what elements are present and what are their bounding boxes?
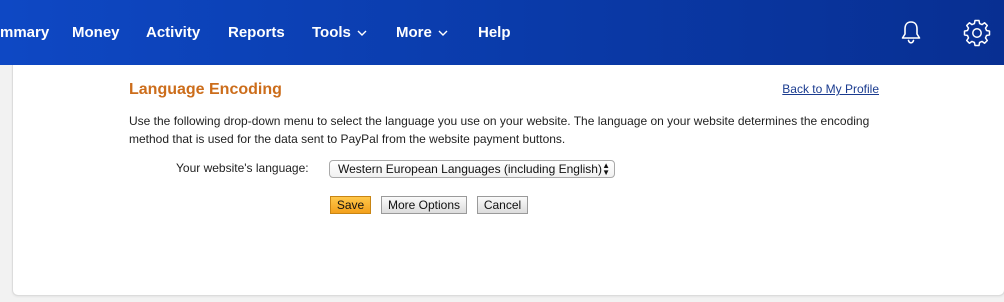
- save-button[interactable]: Save: [330, 196, 371, 214]
- back-to-profile-link[interactable]: Back to My Profile: [782, 82, 879, 96]
- content-card: [12, 65, 1004, 296]
- nav-tools-label: Tools: [312, 24, 351, 41]
- chevron-down-icon: [357, 0, 367, 64]
- nav-money[interactable]: Money: [72, 0, 120, 65]
- chevron-down-icon: [438, 0, 448, 64]
- bell-icon[interactable]: [896, 17, 926, 47]
- language-label: Your website's language:: [176, 161, 309, 175]
- language-select[interactable]: Western European Languages (including En…: [329, 160, 615, 178]
- more-options-button[interactable]: More Options: [381, 196, 467, 214]
- nav-help[interactable]: Help: [478, 0, 511, 65]
- gear-icon[interactable]: [962, 17, 992, 47]
- nav-tools[interactable]: Tools: [312, 0, 367, 65]
- language-selected-value: Western European Languages (including En…: [338, 162, 602, 176]
- nav-reports[interactable]: Reports: [228, 0, 285, 65]
- page-title: Language Encoding: [129, 81, 282, 98]
- nav-more[interactable]: More: [396, 0, 448, 65]
- nav-activity[interactable]: Activity: [146, 0, 200, 65]
- cancel-button[interactable]: Cancel: [477, 196, 528, 214]
- top-navigation-bar: mmary Money Activity Reports Tools More …: [0, 0, 1004, 65]
- nav-more-label: More: [396, 24, 432, 41]
- nav-summary[interactable]: mmary: [0, 0, 49, 65]
- select-arrows-icon: ▲ ▼: [602, 161, 610, 177]
- description-text: Use the following drop-down menu to sele…: [129, 114, 870, 146]
